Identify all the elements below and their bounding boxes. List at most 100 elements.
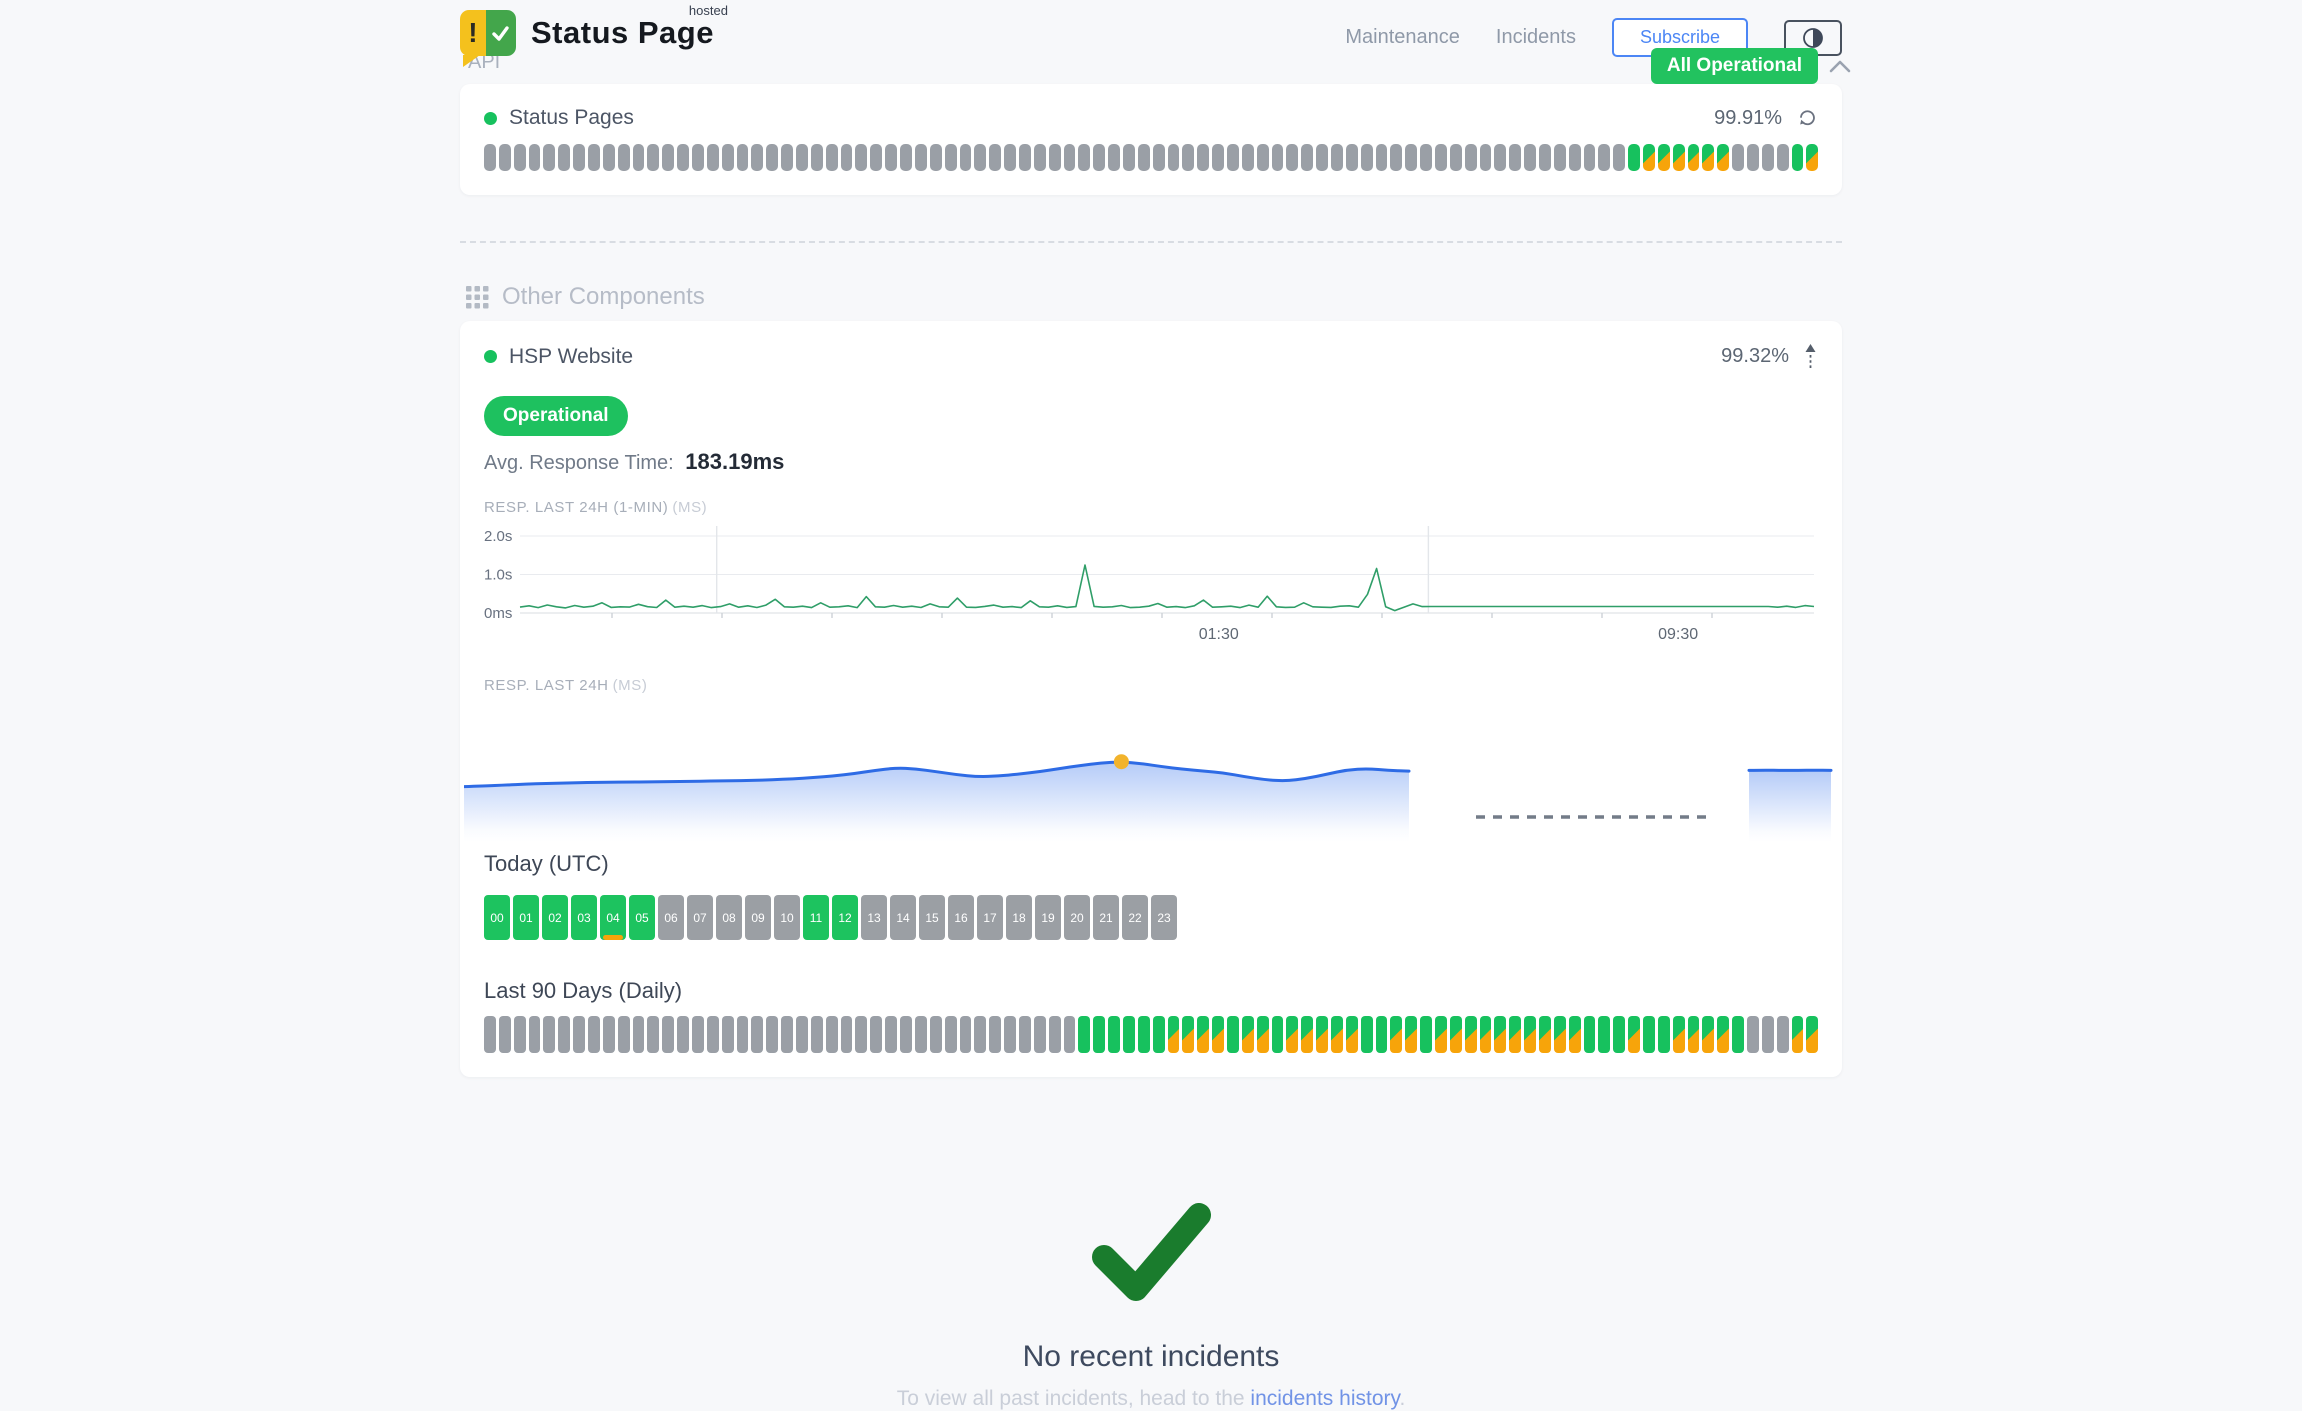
hour-block-18[interactable]: 18 bbox=[1006, 895, 1032, 940]
uptime-bar[interactable] bbox=[1286, 1016, 1298, 1053]
uptime-bar[interactable] bbox=[1524, 144, 1536, 171]
uptime-bar[interactable] bbox=[1123, 144, 1135, 171]
uptime-bar[interactable] bbox=[1717, 1016, 1729, 1053]
uptime-bar[interactable] bbox=[900, 1016, 912, 1053]
uptime-bar[interactable] bbox=[1688, 1016, 1700, 1053]
uptime-bar[interactable] bbox=[1049, 144, 1061, 171]
resp-24h-chart[interactable] bbox=[464, 702, 1838, 847]
uptime-bar[interactable] bbox=[1123, 1016, 1135, 1053]
uptime-bar[interactable] bbox=[529, 144, 541, 171]
uptime-bar[interactable] bbox=[1168, 1016, 1180, 1053]
uptime-bar[interactable] bbox=[930, 144, 942, 171]
uptime-bar[interactable] bbox=[1376, 144, 1388, 171]
hour-block-16[interactable]: 16 bbox=[948, 895, 974, 940]
hour-block-09[interactable]: 09 bbox=[745, 895, 771, 940]
uptime-bar[interactable] bbox=[1153, 144, 1165, 171]
uptime-bar[interactable] bbox=[722, 144, 734, 171]
uptime-bar[interactable] bbox=[1227, 1016, 1239, 1053]
uptime-bar[interactable] bbox=[1212, 1016, 1224, 1053]
uptime-bar[interactable] bbox=[1257, 144, 1269, 171]
chevron-up-icon[interactable] bbox=[1828, 59, 1852, 74]
uptime-bar[interactable] bbox=[1316, 144, 1328, 171]
uptime-bar[interactable] bbox=[543, 1016, 555, 1053]
uptime-bar[interactable] bbox=[945, 144, 957, 171]
uptime-bar[interactable] bbox=[841, 1016, 853, 1053]
resp-1min-chart[interactable]: 2.0s1.0s0ms01:3009:30 bbox=[484, 526, 1818, 649]
uptime-bar[interactable] bbox=[1673, 144, 1685, 171]
uptime-bar[interactable] bbox=[1331, 1016, 1343, 1053]
uptime-bar[interactable] bbox=[1034, 144, 1046, 171]
uptime-bar[interactable] bbox=[1078, 1016, 1090, 1053]
uptime-bar[interactable] bbox=[558, 144, 570, 171]
hour-block-23[interactable]: 23 bbox=[1151, 895, 1177, 940]
uptime-bar[interactable] bbox=[1732, 1016, 1744, 1053]
uptime-bar[interactable] bbox=[1747, 144, 1759, 171]
uptime-bar[interactable] bbox=[1138, 144, 1150, 171]
uptime-bar[interactable] bbox=[1717, 144, 1729, 171]
uptime-bar[interactable] bbox=[1584, 1016, 1596, 1053]
uptime-bar[interactable] bbox=[1732, 144, 1744, 171]
uptime-bar[interactable] bbox=[647, 1016, 659, 1053]
uptime-bar[interactable] bbox=[1806, 1016, 1818, 1053]
uptime-bar[interactable] bbox=[1034, 1016, 1046, 1053]
uptime-bar[interactable] bbox=[1272, 1016, 1284, 1053]
uptime-bar[interactable] bbox=[1197, 144, 1209, 171]
uptime-bar[interactable] bbox=[1613, 1016, 1625, 1053]
uptime-bar[interactable] bbox=[1182, 144, 1194, 171]
uptime-bar[interactable] bbox=[484, 1016, 496, 1053]
uptime-bar[interactable] bbox=[633, 1016, 645, 1053]
uptime-bar[interactable] bbox=[1227, 144, 1239, 171]
hour-block-05[interactable]: 05 bbox=[629, 895, 655, 940]
uptime-bar[interactable] bbox=[1539, 1016, 1551, 1053]
uptime-bar[interactable] bbox=[1435, 1016, 1447, 1053]
uptime-bar[interactable] bbox=[1197, 1016, 1209, 1053]
uptime-bar[interactable] bbox=[751, 144, 763, 171]
hour-block-08[interactable]: 08 bbox=[716, 895, 742, 940]
uptime-bar[interactable] bbox=[870, 144, 882, 171]
uptime-bar[interactable] bbox=[1004, 144, 1016, 171]
hour-block-13[interactable]: 13 bbox=[861, 895, 887, 940]
uptime-bar[interactable] bbox=[885, 1016, 897, 1053]
uptime-bar[interactable] bbox=[1405, 144, 1417, 171]
uptime-bar[interactable] bbox=[855, 144, 867, 171]
uptime-bar[interactable] bbox=[1554, 1016, 1566, 1053]
uptime-bar[interactable] bbox=[1777, 144, 1789, 171]
uptime-bar[interactable] bbox=[1420, 1016, 1432, 1053]
uptime-bar[interactable] bbox=[603, 144, 615, 171]
uptime-bar[interactable] bbox=[707, 144, 719, 171]
uptime-bar[interactable] bbox=[960, 1016, 972, 1053]
uptime-bar[interactable] bbox=[1435, 144, 1447, 171]
uptime-bar[interactable] bbox=[1762, 1016, 1774, 1053]
uptime-bar[interactable] bbox=[573, 144, 585, 171]
uptime-bar[interactable] bbox=[1777, 1016, 1789, 1053]
uptime-bar[interactable] bbox=[930, 1016, 942, 1053]
uptime-bar[interactable] bbox=[1598, 1016, 1610, 1053]
hour-block-03[interactable]: 03 bbox=[571, 895, 597, 940]
uptime-bar[interactable] bbox=[1702, 144, 1714, 171]
uptime-bar[interactable] bbox=[974, 1016, 986, 1053]
uptime-bar[interactable] bbox=[1301, 1016, 1313, 1053]
uptime-bar[interactable] bbox=[1331, 144, 1343, 171]
uptime-bar[interactable] bbox=[603, 1016, 615, 1053]
uptime-bar[interactable] bbox=[1762, 144, 1774, 171]
uptime-bar[interactable] bbox=[1658, 144, 1670, 171]
nav-maintenance[interactable]: Maintenance bbox=[1345, 26, 1460, 49]
brand-logo[interactable]: ! Status Page hosted bbox=[460, 10, 714, 56]
uptime-bar[interactable] bbox=[1584, 144, 1596, 171]
uptime-bar[interactable] bbox=[1792, 144, 1804, 171]
uptime-bar[interactable] bbox=[499, 144, 511, 171]
uptime-bar[interactable] bbox=[1346, 144, 1358, 171]
uptime-bar[interactable] bbox=[558, 1016, 570, 1053]
hour-block-17[interactable]: 17 bbox=[977, 895, 1003, 940]
uptime-bar[interactable] bbox=[1019, 1016, 1031, 1053]
uptime-bar[interactable] bbox=[1361, 144, 1373, 171]
uptime-bar[interactable] bbox=[1301, 144, 1313, 171]
hour-block-14[interactable]: 14 bbox=[890, 895, 916, 940]
uptime-bar[interactable] bbox=[900, 144, 912, 171]
uptime-bar[interactable] bbox=[915, 1016, 927, 1053]
uptime-bar[interactable] bbox=[1465, 144, 1477, 171]
uptime-bar[interactable] bbox=[781, 144, 793, 171]
uptime-bar[interactable] bbox=[737, 1016, 749, 1053]
uptime-bar[interactable] bbox=[855, 1016, 867, 1053]
uptime-bar[interactable] bbox=[1643, 144, 1655, 171]
